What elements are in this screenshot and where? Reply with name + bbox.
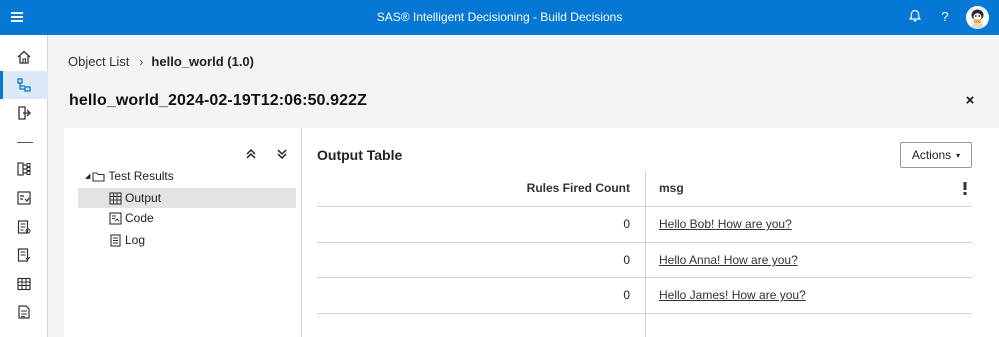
- cell-rules-fired-count: 0: [623, 217, 630, 231]
- table-row: Hello James! How are you?: [659, 277, 959, 313]
- output-table-title: Output Table: [317, 147, 403, 163]
- top-bar: SAS® Intelligent Decisioning - Build Dec…: [0, 0, 999, 35]
- rail-lookup-tables-icon[interactable]: [0, 270, 48, 298]
- test-results-panel: ◢ Test Results Output Code Log Output Ta: [64, 128, 999, 337]
- cell-msg-link[interactable]: Hello James! How are you?: [659, 288, 806, 302]
- help-icon[interactable]: ?: [937, 9, 953, 25]
- breadcrumb-object-list-link[interactable]: Object List: [68, 54, 129, 69]
- rail-rule-sets-icon[interactable]: [0, 155, 48, 183]
- row-divider: [317, 313, 972, 314]
- cell-msg-link[interactable]: Hello Bob! How are you?: [659, 217, 792, 231]
- breadcrumb-current: hello_world (1.0): [151, 54, 254, 69]
- actions-button[interactable]: Actions ▾: [900, 142, 972, 168]
- cell-msg-link[interactable]: Hello Anna! How are you?: [659, 253, 798, 267]
- code-icon: [109, 211, 122, 225]
- actions-button-label: Actions: [911, 148, 952, 162]
- column-menu-icon[interactable]: [963, 182, 967, 195]
- rail-code-files-icon[interactable]: [0, 213, 48, 241]
- breadcrumb: Object List › hello_world (1.0): [68, 54, 254, 69]
- table-icon: [109, 191, 122, 205]
- app-title: SAS® Intelligent Decisioning - Build Dec…: [376, 10, 623, 24]
- rail-treatments-icon[interactable]: [0, 241, 48, 269]
- left-rail: [0, 35, 48, 337]
- tree-node-code[interactable]: Code: [109, 208, 154, 228]
- column-header-msg[interactable]: msg: [659, 170, 959, 206]
- tree-node-label: Log: [125, 233, 146, 247]
- tree-node-test-results[interactable]: ◢ Test Results: [85, 166, 174, 186]
- rail-models-icon[interactable]: [0, 184, 48, 212]
- user-avatar[interactable]: [966, 6, 989, 29]
- rail-decisions-icon[interactable]: [0, 71, 48, 99]
- tree-node-output[interactable]: Output: [78, 188, 296, 208]
- log-icon: [109, 233, 122, 247]
- rail-export-icon[interactable]: [0, 99, 48, 127]
- column-divider: [645, 170, 646, 337]
- rail-global-variables-icon[interactable]: [0, 298, 48, 326]
- folder-icon: [92, 170, 105, 183]
- results-tree: ◢ Test Results Output Code Log: [64, 128, 302, 337]
- tree-node-label: Output: [125, 191, 162, 205]
- table-row: Hello Anna! How are you?: [659, 242, 959, 278]
- cell-rules-fired-count: 0: [623, 288, 630, 302]
- collapse-all-icon[interactable]: [276, 147, 288, 160]
- tree-node-label: Code: [125, 211, 154, 225]
- tree-node-label: Test Results: [108, 169, 174, 183]
- rail-home-icon[interactable]: [0, 43, 48, 71]
- cell-rules-fired-count: 0: [623, 253, 630, 267]
- column-header-rules-fired-count[interactable]: Rules Fired Count: [317, 170, 630, 206]
- tree-node-log[interactable]: Log: [109, 230, 145, 250]
- chevron-right-icon: ›: [139, 54, 144, 69]
- rail-divider: [17, 142, 33, 143]
- close-icon[interactable]: ×: [963, 93, 977, 108]
- chevron-down-icon: ▾: [956, 150, 961, 160]
- page-title: hello_world_2024-02-19T12:06:50.922Z: [69, 92, 367, 109]
- table-row: Hello Bob! How are you?: [659, 206, 959, 242]
- expand-all-icon[interactable]: [245, 147, 257, 159]
- bell-icon[interactable]: [907, 9, 923, 25]
- output-table: Rules Fired Count msg 0 Hello Bob! How a…: [317, 170, 972, 337]
- caret-down-icon[interactable]: ◢: [85, 172, 90, 180]
